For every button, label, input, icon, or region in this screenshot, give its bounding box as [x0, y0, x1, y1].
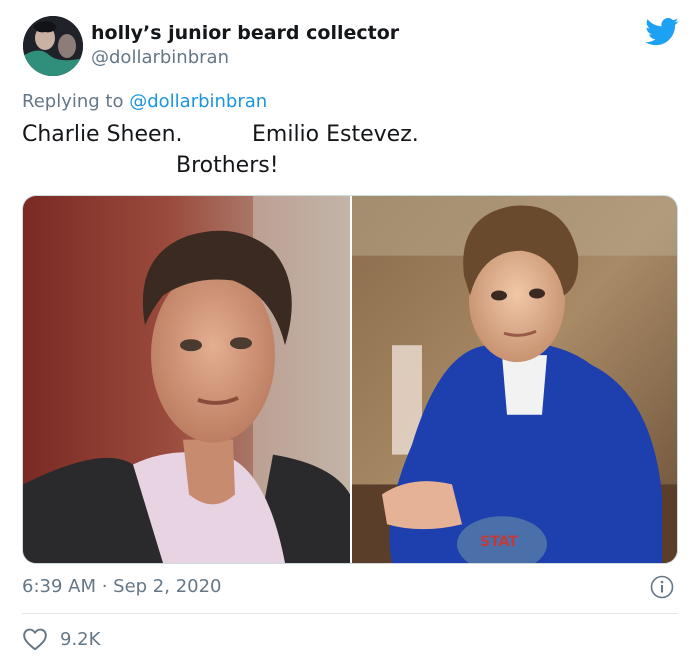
- reply-handle-link[interactable]: @dollarbinbran: [129, 91, 267, 112]
- charlie-sheen-photo[interactable]: [23, 196, 350, 563]
- like-count: 9.2K: [60, 628, 101, 650]
- info-icon[interactable]: [650, 575, 674, 599]
- tweet-card: holly’s junior beard collector @dollarbi…: [0, 0, 700, 667]
- reply-context: Replying to @dollarbinbran: [22, 91, 267, 112]
- like-button[interactable]: 9.2K: [22, 624, 100, 654]
- heart-icon[interactable]: [22, 627, 48, 651]
- jacket-text: STAT: [480, 534, 518, 550]
- reply-prefix: Replying to: [22, 91, 124, 112]
- avatar[interactable]: [23, 16, 83, 76]
- twitter-bird-icon[interactable]: [645, 17, 679, 47]
- tweet-text-brothers: Brothers!: [176, 153, 279, 178]
- tweet-media[interactable]: STAT: [22, 195, 678, 564]
- tweet-text-emilio: Emilio Estevez.: [252, 122, 419, 147]
- tweet-text-charlie: Charlie Sheen.: [22, 122, 183, 147]
- action-divider: [22, 613, 678, 614]
- author-name[interactable]: holly’s junior beard collector: [91, 22, 399, 44]
- author-handle[interactable]: @dollarbinbran: [91, 47, 229, 68]
- emilio-estevez-photo[interactable]: STAT: [352, 196, 678, 563]
- tweet-timestamp[interactable]: 6:39 AM · Sep 2, 2020: [22, 576, 222, 597]
